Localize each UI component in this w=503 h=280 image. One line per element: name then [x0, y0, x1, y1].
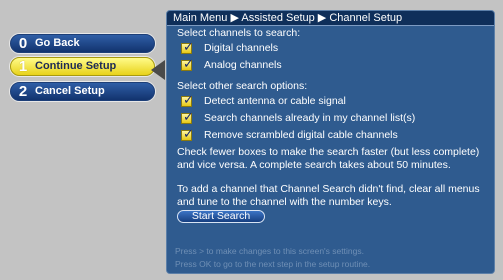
checkmark-icon: ✓: [183, 126, 194, 141]
start-search-button[interactable]: Start Search: [177, 210, 265, 223]
hint-line: Press OK to go to the next step in the s…: [175, 259, 371, 269]
channels-heading: Select channels to search:: [177, 27, 301, 39]
digital-channels-option[interactable]: ✓ Digital channels: [181, 40, 486, 57]
checkbox-icon[interactable]: ✓: [181, 109, 194, 124]
checkbox-icon[interactable]: ✓: [181, 92, 194, 107]
help-hints: Press > to make changes to this screen's…: [167, 241, 494, 273]
go-back-label: Go Back: [35, 37, 80, 49]
search-options-heading: Select other search options:: [177, 80, 308, 92]
breadcrumb: Main Menu ▶ Assisted Setup ▶ Channel Set…: [167, 11, 494, 26]
key-2-icon: 2: [18, 83, 28, 100]
key-1-icon: 1: [18, 58, 28, 75]
analog-channels-option[interactable]: ✓ Analog channels: [181, 57, 486, 74]
remove-scrambled-label: Remove scrambled digital cable channels: [204, 129, 398, 141]
channel-setup-panel: Main Menu ▶ Assisted Setup ▶ Channel Set…: [166, 10, 495, 274]
search-info-text: Check fewer boxes to make the search fas…: [177, 146, 480, 171]
checkmark-icon: ✓: [183, 109, 194, 124]
digital-channels-label: Digital channels: [204, 42, 279, 54]
continue-setup-button[interactable]: 1 Continue Setup: [10, 57, 155, 76]
remove-scrambled-option[interactable]: ✓ Remove scrambled digital cable channel…: [181, 127, 486, 144]
checkmark-icon: ✓: [183, 39, 194, 54]
go-back-button[interactable]: 0 Go Back: [10, 34, 155, 53]
cancel-setup-label: Cancel Setup: [35, 85, 105, 97]
add-channel-text: To add a channel that Channel Search did…: [177, 183, 480, 208]
checkbox-icon[interactable]: ✓: [181, 126, 194, 141]
search-existing-label: Search channels already in my channel li…: [204, 112, 416, 124]
analog-channels-label: Analog channels: [204, 59, 282, 71]
pointer-arrow-icon: [151, 60, 165, 80]
checkmark-icon: ✓: [183, 56, 194, 71]
key-0-icon: 0: [18, 35, 28, 52]
hint-line: Press > to make changes to this screen's…: [175, 246, 364, 256]
detect-signal-option[interactable]: ✓ Detect antenna or cable signal: [181, 93, 486, 110]
panel-content: Select channels to search: ✓ Digital cha…: [167, 26, 494, 223]
checkbox-icon[interactable]: ✓: [181, 56, 194, 71]
continue-setup-label: Continue Setup: [35, 60, 117, 72]
search-existing-option[interactable]: ✓ Search channels already in my channel …: [181, 110, 486, 127]
checkmark-icon: ✓: [183, 92, 194, 107]
checkbox-icon[interactable]: ✓: [181, 39, 194, 54]
detect-signal-label: Detect antenna or cable signal: [204, 95, 346, 107]
cancel-setup-button[interactable]: 2 Cancel Setup: [10, 82, 155, 101]
